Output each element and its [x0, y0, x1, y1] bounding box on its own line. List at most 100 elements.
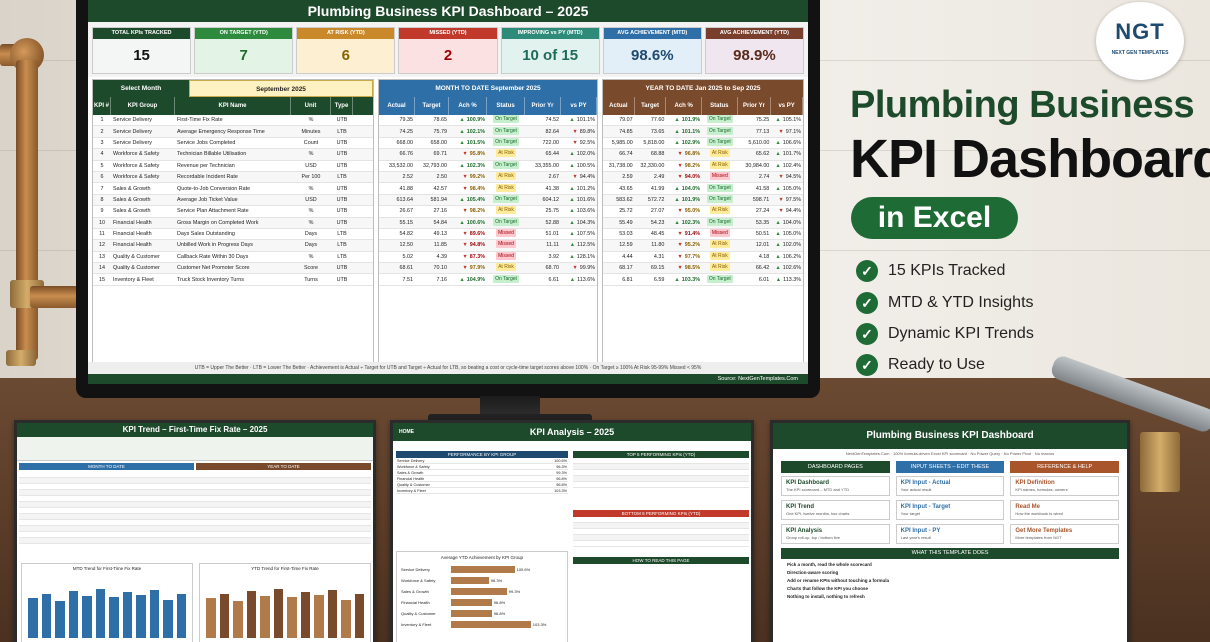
metric-cell: On Target: [487, 194, 525, 205]
kpi-number: 9: [100, 208, 104, 215]
kpi-unit: %: [308, 117, 314, 124]
group-achievement: 103.3%: [554, 489, 567, 493]
ytd-row: 79.07 77.60 ▲ 101.9% On Target 75.25 ▲ 105.1%: [603, 115, 803, 127]
metric-cell: Missed: [487, 251, 525, 262]
nav-link-card[interactable]: KPI Input - Actual Your actual result: [895, 476, 1005, 496]
nav-link-title: KPI Definition: [1015, 480, 1055, 486]
metric-cell: 7.16: [436, 276, 448, 283]
kpi-name: Truck Stock Inventory Turns: [177, 276, 244, 283]
arrow-up-icon: ▲: [569, 196, 575, 203]
nav-col-dashboard: DASHBOARD PAGES: [781, 461, 890, 473]
arrow-down-icon: ▼: [462, 242, 468, 249]
metric-cell: 70.10: [433, 265, 448, 272]
trend-bar: [109, 597, 119, 638]
kpi-name: First-Time Fix Rate: [177, 117, 223, 124]
mtd-row: 79.35 78.65 ▲ 100.9% On Target 74.52 ▲ 101.1%: [379, 115, 597, 127]
kpi-number: 6: [100, 174, 104, 181]
kpi-row: 1 Service Delivery First-Time Fix Rate% UTB: [93, 115, 373, 127]
metric-cell: 52.88: [545, 219, 560, 226]
trend-bar: [68, 591, 78, 638]
kpi-unit: Minutes: [301, 128, 321, 135]
status-badge: At Risk: [709, 251, 730, 260]
metric-cell: 41.99: [650, 185, 665, 192]
kpi-analysis-thumbnail: HOME KPI Analysis – 2025 PERFORMANCE BY …: [390, 420, 754, 642]
arrow-down-icon: ▼: [462, 208, 468, 215]
metric-cell: ▼ 98.4%: [449, 186, 487, 192]
nav-link-card[interactable]: KPI Trend One KPI, twelve months, two cha…: [781, 500, 890, 520]
kpi-card-value: 15: [133, 47, 150, 64]
group-bar: [451, 588, 507, 595]
metric-cell: On Target: [487, 217, 525, 228]
group-name: Quality & Customer: [397, 483, 430, 487]
metric-cell: 6.61: [548, 276, 560, 283]
nav-link-card[interactable]: KPI Input - PY Last year's result: [895, 524, 1005, 544]
metric-cell: 6.81: [622, 276, 633, 283]
kpi-card-value: 98.9%: [733, 47, 776, 64]
achievement-value: 98.4%: [469, 185, 485, 192]
metric-cell: ▼ 94.4%: [561, 174, 597, 180]
vs-py-value: 94.4%: [579, 174, 595, 181]
group-name: Financial Health: [397, 477, 425, 481]
metric-cell: 12.50: [399, 242, 414, 249]
kpi-row: 6 Workforce & Safety Recordable Incident R…: [93, 171, 373, 184]
kpi-name: Days Sales Outstanding: [177, 231, 235, 238]
group-row: Inventory & Fleet 103.3%: [396, 488, 568, 494]
group-bar-row: Workforce & Safety 96.3%: [401, 575, 563, 586]
trend-bar: [273, 588, 283, 638]
kpi-name: Service Jobs Completed: [177, 139, 236, 146]
metric-cell: 613.64: [396, 196, 414, 203]
kpi-card-value: 6: [341, 47, 351, 64]
trend-bar: [219, 593, 229, 638]
arrow-down-icon: ▼: [677, 208, 683, 215]
nav-link-card[interactable]: KPI Analysis Group roll-up, top / bottom …: [781, 524, 890, 544]
vs-py-value: 128.1%: [576, 253, 595, 260]
nav-link-card[interactable]: KPI Definition KPI names, formulas, owner…: [1010, 476, 1119, 496]
nav-link-card[interactable]: Get More Templates More templates from NG…: [1010, 524, 1119, 544]
arrow-up-icon: ▲: [569, 151, 575, 158]
arrow-down-icon: ▼: [462, 265, 468, 272]
kpi-name: Average Emergency Response Time: [177, 128, 265, 135]
nav-link-card[interactable]: KPI Input - Target Your target: [895, 500, 1005, 520]
group-achievement: 96.3%: [556, 465, 567, 469]
arrow-up-icon: ▲: [775, 151, 781, 158]
nav-link-card[interactable]: Read Me How the workbook is wired: [1010, 500, 1119, 520]
status-badge: On Target: [493, 126, 519, 135]
metric-cell: ▲ 101.1%: [666, 129, 702, 135]
metric-cell: 65.44: [545, 151, 560, 158]
trend-bar: [341, 599, 351, 638]
ytd-trend-chart: YTD Trend for First-Time Fix Rate: [199, 563, 371, 642]
status-badge: On Target: [493, 194, 519, 203]
arrow-up-icon: ▲: [775, 219, 781, 226]
metric-cell: 11.11: [546, 242, 559, 249]
metric-cell: At Risk: [487, 149, 525, 159]
feature-label: 15 KPIs Tracked: [888, 262, 1006, 279]
metric-cell: 55.49: [619, 219, 633, 226]
metric-cell: ▲ 101.9%: [666, 197, 702, 203]
vs-py-value: 97.1%: [785, 128, 801, 135]
select-month-dropdown[interactable]: September 2025: [189, 80, 373, 97]
vs-py-value: 104.0%: [782, 219, 801, 226]
kpi-number: 7: [100, 185, 104, 192]
nav-link-card[interactable]: KPI Dashboard The KPI scorecard – MTD and…: [781, 476, 890, 496]
copper-pipe: [16, 60, 38, 360]
metric-cell: 11.85: [433, 242, 447, 249]
arrow-up-icon: ▲: [459, 117, 465, 124]
kpi-name: Recordable Incident Rate: [177, 174, 238, 181]
metric-cell: ▲ 104.0%: [771, 220, 803, 226]
achievement-value: 94.0%: [684, 174, 701, 181]
metric-cell: 12.01: [755, 242, 770, 249]
vs-py-value: 94.5%: [785, 174, 801, 181]
kpi-unit: Score: [303, 265, 319, 272]
dashboard-source: Source: NextGenTemplates.Com: [88, 374, 808, 384]
metric-cell: 30,984.00: [745, 162, 770, 169]
nav-link-title: KPI Input - Target: [900, 504, 951, 510]
kpi-cards: TOTAL KPIs TRACKED 15 ON TARGET (YTD) 7 AT R…: [88, 22, 808, 77]
arrow-down-icon: ▼: [677, 231, 683, 238]
copper-pipe: [30, 286, 78, 308]
home-button[interactable]: HOME: [399, 423, 414, 441]
nav-col-inputs: INPUT SHEETS – EDIT THESE: [895, 461, 1005, 473]
metric-cell: ▼ 91.4%: [666, 231, 702, 237]
vs-py-value: 92.5%: [579, 139, 595, 146]
vs-py-value: 105.0%: [782, 231, 801, 238]
nav-link-desc: The KPI scorecard – MTD and YTD: [786, 487, 850, 492]
